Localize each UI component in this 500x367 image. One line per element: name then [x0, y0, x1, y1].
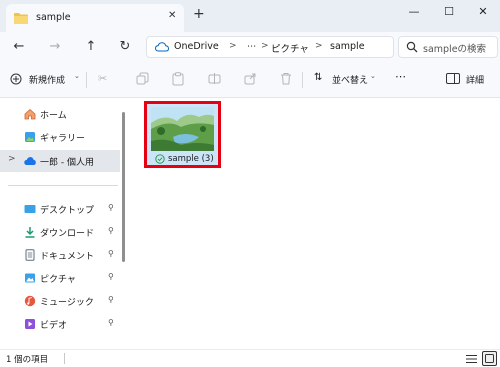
sidebar-item-onedrive[interactable]: > 一郎 - 個人用 [0, 150, 120, 172]
file-name: sample (3) [168, 154, 214, 164]
list-view-icon[interactable] [466, 354, 477, 364]
copy-icon[interactable] [136, 72, 149, 85]
pin-icon[interactable]: ⚲ [108, 295, 114, 304]
pin-icon[interactable]: ⚲ [108, 226, 114, 235]
divider [8, 185, 118, 186]
folder-icon [14, 13, 28, 24]
sidebar-item-home[interactable]: ホーム [0, 104, 120, 124]
sidebar-item-downloads[interactable]: ダウンロード ⚲ [0, 222, 120, 242]
rename-icon[interactable] [208, 72, 221, 85]
sync-check-icon [155, 154, 165, 164]
pin-icon[interactable]: ⚲ [108, 203, 114, 212]
sidebar-item-label: デスクトップ [40, 206, 95, 216]
pictures-icon [25, 273, 35, 283]
pin-icon[interactable]: ⚲ [108, 249, 114, 258]
up-arrow-icon[interactable]: ↑ [82, 38, 100, 56]
thumbnail-view-icon [485, 354, 494, 363]
forward-arrow-icon[interactable]: → [46, 38, 64, 56]
close-window-button[interactable]: ✕ [467, 2, 499, 24]
delete-icon[interactable] [280, 72, 292, 85]
search-icon [406, 41, 418, 53]
tab-sample[interactable]: sample ✕ [6, 4, 184, 32]
address-bar[interactable]: OneDrive > ⋯ > ピクチャ > sample [146, 36, 394, 58]
minimize-button[interactable]: — [398, 2, 430, 24]
pin-icon[interactable]: ⚲ [108, 272, 114, 281]
gallery-icon [25, 132, 35, 142]
sidebar-item-pictures[interactable]: ピクチャ ⚲ [0, 268, 120, 288]
sidebar-item-desktop[interactable]: デスクトップ ⚲ [0, 199, 120, 219]
refresh-icon[interactable]: ↻ [116, 38, 134, 56]
sidebar-item-label: ミュージック [40, 298, 94, 308]
breadcrumb-separator[interactable]: > [261, 41, 269, 51]
status-bar: 1 個の項目 [0, 349, 500, 367]
details-pane-icon [446, 73, 460, 84]
image-thumbnail [151, 107, 214, 151]
sidebar-item-label: ピクチャ [40, 275, 76, 285]
documents-icon [25, 249, 35, 261]
chevron-right-icon[interactable]: > [8, 154, 16, 164]
sidebar-item-gallery[interactable]: ギャラリー [0, 127, 120, 147]
sidebar-item-label: ダウンロード [40, 229, 95, 239]
sort-label: 並べ替え [332, 76, 369, 86]
tab-title: sample [36, 12, 71, 23]
search-placeholder: sampleの検索 [423, 44, 487, 55]
breadcrumb-separator[interactable]: > [229, 41, 237, 51]
divider [302, 72, 303, 88]
divider [86, 72, 87, 88]
more-options-button[interactable]: ⋯ [395, 70, 406, 86]
new-tab-button[interactable]: + [193, 6, 205, 22]
sidebar-item-label: ドキュメント [40, 252, 95, 262]
download-icon [25, 227, 35, 238]
new-label: 新規作成 [29, 76, 66, 86]
sidebar-item-label: 一郎 - 個人用 [40, 158, 94, 168]
search-input[interactable]: sampleの検索 [398, 36, 498, 58]
home-icon [24, 108, 36, 120]
sidebar-item-label: ホーム [40, 111, 67, 121]
navigation-pane: ホーム ギャラリー > 一郎 - 個人用 デスクトップ ⚲ ダウンロード ⚲ ド… [0, 98, 126, 349]
onedrive-cloud-icon [24, 157, 36, 165]
sort-icon: ⇅ [314, 72, 323, 83]
file-list[interactable]: sample (3) [128, 98, 500, 349]
desktop-icon [24, 205, 36, 213]
breadcrumb-overflow[interactable]: ⋯ [247, 41, 257, 52]
breadcrumb-pictures[interactable]: ピクチャ [271, 41, 309, 55]
sidebar-scrollbar[interactable] [122, 112, 125, 262]
share-icon[interactable] [244, 72, 257, 85]
pin-icon[interactable]: ⚲ [108, 318, 114, 327]
sort-button[interactable]: ⇅ 並べ替え ⌄ [314, 72, 376, 88]
thumbnail-view-button[interactable] [482, 351, 497, 366]
details-button[interactable]: 詳細 [446, 72, 494, 88]
item-count: 1 個の項目 [6, 355, 49, 365]
details-label: 詳細 [466, 76, 485, 86]
video-icon [25, 319, 35, 329]
sidebar-item-videos[interactable]: ビデオ ⚲ [0, 314, 120, 334]
sidebar-item-music[interactable]: ミュージック ⚲ [0, 291, 120, 311]
address-row: ← → ↑ ↻ OneDrive > ⋯ > ピクチャ > sample sam… [0, 32, 500, 62]
file-item-sample[interactable]: sample (3) [144, 101, 221, 168]
maximize-button[interactable]: ☐ [433, 2, 465, 24]
cut-icon[interactable]: ✂ [98, 72, 107, 88]
breadcrumb-sample[interactable]: sample [330, 41, 365, 52]
paste-icon[interactable] [172, 72, 184, 86]
tab-close-icon[interactable]: ✕ [168, 10, 176, 21]
breadcrumb-onedrive[interactable]: OneDrive [174, 41, 219, 52]
divider [64, 353, 65, 364]
chevron-down-icon: ⌄ [370, 72, 376, 80]
back-arrow-icon[interactable]: ← [10, 38, 28, 56]
chevron-down-icon: ⌄ [74, 72, 80, 80]
new-button[interactable]: 新規作成 ⌄ [10, 72, 80, 88]
music-icon [24, 295, 36, 307]
command-bar: 新規作成 ⌄ ✂ ⇅ 並べ替え ⌄ ⋯ 詳細 [0, 62, 500, 98]
onedrive-cloud-icon [155, 42, 169, 52]
title-bar: sample ✕ + — ☐ ✕ [0, 0, 500, 32]
breadcrumb-separator[interactable]: > [315, 41, 323, 51]
sidebar-item-label: ビデオ [40, 321, 68, 331]
sidebar-item-documents[interactable]: ドキュメント ⚲ [0, 245, 120, 265]
sidebar-item-label: ギャラリー [40, 134, 86, 144]
plus-circle-icon [10, 73, 22, 85]
